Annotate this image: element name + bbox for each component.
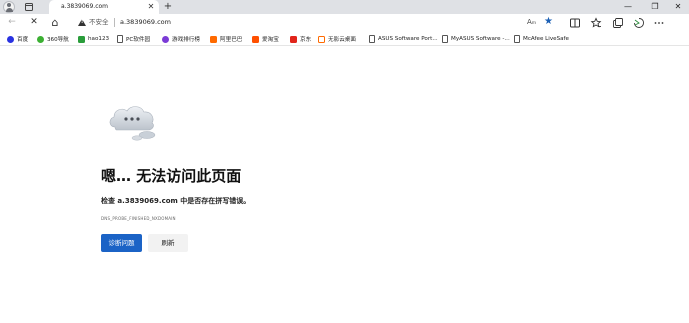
hao123-icon — [78, 35, 85, 43]
collections-icon[interactable] — [612, 17, 624, 29]
cloud-desktop-icon — [318, 35, 325, 43]
toolbar: ← ✕ ⌂ 不安全 a.3839069.com Aₘ ★ — [0, 14, 689, 31]
bookmark-360[interactable]: 360导航 — [37, 34, 69, 44]
bookmark-label: McAfee LiveSafe — [523, 36, 569, 42]
tab-active[interactable]: a.3839069.com ✕ — [49, 0, 159, 14]
bookmark-mcafee[interactable]: McAfee LiveSafe — [514, 34, 569, 44]
360-icon — [37, 35, 44, 43]
profile-avatar-icon[interactable] — [3, 1, 15, 13]
tab-actions-icon[interactable] — [25, 3, 33, 11]
game-icon — [162, 35, 169, 43]
bookmarks-bar: 百度 360导航 hao123 PC软件园 游戏排行榜 阿里巴巴 爱淘宝 京东 … — [0, 32, 689, 46]
alibaba-icon — [210, 35, 217, 43]
warning-icon[interactable] — [78, 19, 86, 26]
new-tab-button[interactable]: + — [162, 0, 174, 14]
favorite-star-icon[interactable]: ★ — [544, 16, 553, 28]
page-icon — [117, 35, 123, 43]
sad-cloud-icon — [109, 106, 156, 141]
bookmark-label: 阿里巴巴 — [220, 37, 243, 43]
tab-close-icon[interactable]: ✕ — [146, 2, 156, 12]
bookmark-baidu[interactable]: 百度 — [7, 34, 28, 44]
page-icon — [369, 35, 375, 43]
bookmark-myasus[interactable]: MyASUS Software -... — [442, 34, 510, 44]
bookmark-label: 爱淘宝 — [262, 37, 279, 43]
minimize-button[interactable]: — — [618, 0, 638, 14]
jd-icon — [290, 35, 297, 43]
security-label[interactable]: 不安全 — [89, 17, 109, 28]
bookmark-label: 360导航 — [47, 37, 69, 43]
baidu-icon — [7, 35, 14, 43]
refresh-button[interactable]: 刷新 — [148, 234, 188, 252]
settings-more-icon[interactable] — [653, 17, 665, 29]
bookmark-taobao[interactable]: 爱淘宝 — [252, 34, 279, 44]
bookmark-label: 百度 — [17, 37, 29, 43]
maximize-button[interactable]: ❐ — [645, 0, 665, 14]
back-button[interactable]: ← — [5, 15, 19, 30]
bookmark-label: 游戏排行榜 — [172, 37, 200, 43]
close-window-button[interactable]: ✕ — [668, 0, 688, 14]
browser-essentials-icon[interactable] — [633, 17, 645, 29]
read-aloud-icon[interactable]: Aₘ — [527, 17, 536, 28]
url-text[interactable]: a.3839069.com — [120, 17, 171, 28]
bookmark-label: 无影云桌面 — [328, 37, 356, 43]
bookmark-label: hao123 — [88, 36, 110, 42]
split-screen-icon[interactable] — [569, 17, 581, 29]
taobao-icon — [252, 35, 259, 43]
bookmark-label: PC软件园 — [126, 37, 151, 43]
bookmark-jd[interactable]: 京东 — [290, 34, 311, 44]
tab-title: a.3839069.com — [61, 3, 109, 10]
address-bar[interactable]: 不安全 a.3839069.com Aₘ ★ — [69, 15, 560, 30]
address-divider — [114, 18, 115, 27]
bookmark-hao123[interactable]: hao123 — [78, 34, 109, 44]
stop-button[interactable]: ✕ — [27, 15, 41, 30]
bookmark-label: MyASUS Software -... — [451, 36, 510, 42]
bookmark-asus-portal[interactable]: ASUS Software Port... — [369, 34, 438, 44]
error-description: 检查 a.3839069.com 中是否存在拼写错误。 — [101, 197, 251, 205]
error-title: 嗯… 无法访问此页面 — [101, 167, 242, 185]
favorites-icon[interactable] — [590, 17, 602, 29]
bookmark-label: ASUS Software Port... — [378, 36, 438, 42]
page-icon — [442, 35, 448, 43]
bookmark-pc-software[interactable]: PC软件园 — [117, 34, 150, 44]
bookmark-cloud-desktop[interactable]: 无影云桌面 — [318, 34, 356, 44]
diagnose-button[interactable]: 诊断问题 — [101, 234, 142, 252]
page-icon — [514, 35, 520, 43]
error-code: DNS_PROBE_FINISHED_NXDOMAIN — [101, 216, 176, 221]
tab-strip: a.3839069.com ✕ + — ❐ ✕ — [0, 0, 689, 14]
bookmark-alibaba[interactable]: 阿里巴巴 — [210, 34, 242, 44]
bookmark-label: 京东 — [300, 37, 312, 43]
bookmark-game-rank[interactable]: 游戏排行榜 — [162, 34, 200, 44]
home-button[interactable]: ⌂ — [48, 15, 62, 30]
